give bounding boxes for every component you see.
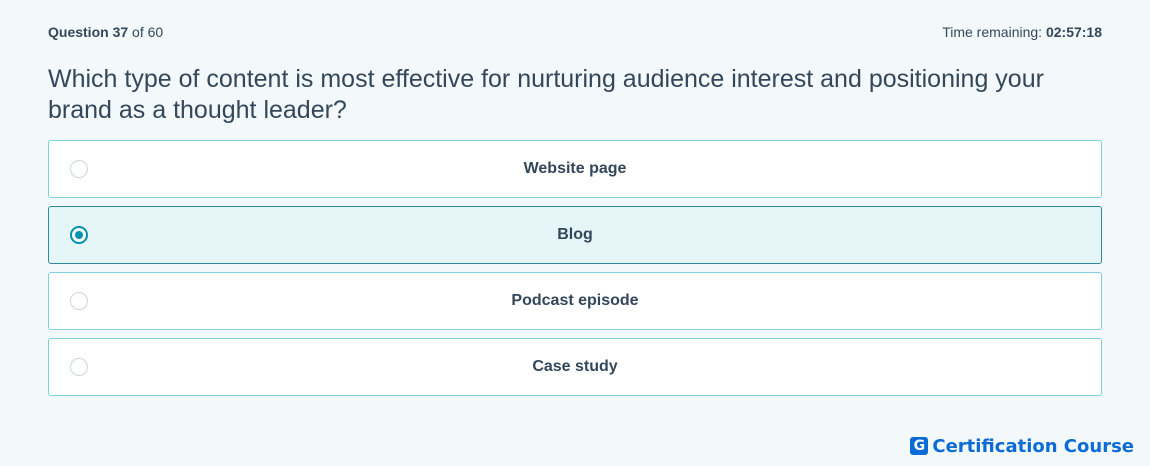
answer-option-website-page[interactable]: Website page (48, 140, 1102, 198)
answer-option-case-study[interactable]: Case study (48, 338, 1102, 396)
answer-option-podcast-episode[interactable]: Podcast episode (48, 272, 1102, 330)
question-total: 60 (147, 24, 164, 40)
question-text: Which type of content is most effective … (48, 65, 1044, 124)
answer-option-label: Podcast episode (511, 292, 639, 309)
question-counter: Question 37 of 60 (48, 24, 163, 40)
question-label: Question (48, 24, 109, 40)
answer-option-label: Blog (557, 226, 593, 243)
of-text: of (132, 24, 144, 40)
time-label: Time remaining: (942, 24, 1043, 40)
answer-option-blog[interactable]: Blog (48, 206, 1102, 264)
brand-name: Certification Course (932, 435, 1134, 457)
brand-watermark: G Certification Course (910, 435, 1134, 457)
answer-options: Website page Blog Podcast episode Case s… (48, 140, 1102, 404)
quiz-header: Question 37 of 60 Time remaining: 02:57:… (48, 24, 1102, 42)
time-remaining: Time remaining: 02:57:18 (942, 24, 1102, 40)
time-value: 02:57:18 (1045, 24, 1102, 40)
brand-logo-icon: G (910, 437, 929, 455)
answer-option-label: Website page (523, 160, 627, 177)
answer-option-label: Case study (532, 358, 618, 375)
question-number: 37 (112, 24, 129, 40)
